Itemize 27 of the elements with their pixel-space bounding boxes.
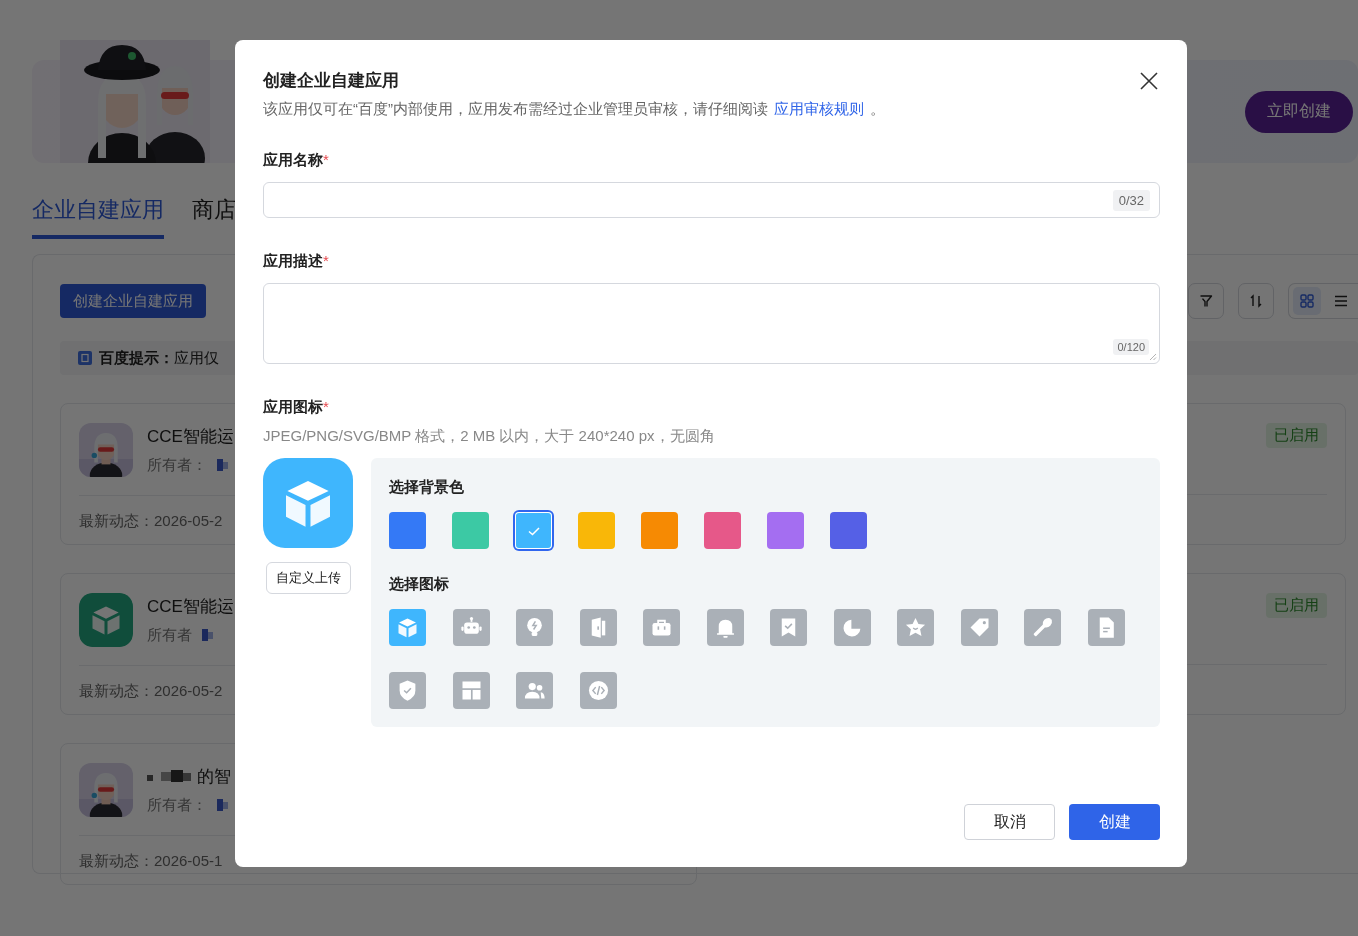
app-name: CCE智能运 [147, 425, 234, 448]
section-title: 选择背景色 [389, 478, 465, 497]
tip-text: 应用仅 [174, 348, 219, 368]
character-counter: 0/120 [1113, 339, 1149, 355]
notice-text: 。 [870, 100, 885, 119]
hint-text: JPEG/PNG/SVG/BMP 格式，2 MB 以内，大于 240*240 px，无圆角 [263, 427, 716, 446]
owner-label: 所有者： [147, 455, 207, 475]
app-name: 的智 [197, 765, 231, 788]
required-mark: * [323, 398, 329, 417]
section-title: 选择图标 [389, 575, 450, 594]
required-mark: * [323, 151, 329, 170]
character-counter: 0/32 [1112, 189, 1150, 211]
status-badge: 已启用 [1266, 593, 1327, 618]
notice-text: 该应用仅可在“百度”内部使用，应用发布需经过企业管理员审核，请仔细阅读 [263, 100, 768, 119]
dialog-title: 创建企业自建应用 [263, 70, 399, 92]
field-label: 应用描述 [263, 252, 323, 271]
required-mark: * [323, 252, 329, 271]
app-name: CCE智能运 [147, 595, 234, 618]
field-label: 应用名称 [263, 151, 323, 170]
activity-text: 最新动态：2026-05-2 [79, 682, 223, 701]
owner-label: 所有者： [147, 795, 207, 815]
activity-text: 最新动态：2026-05-2 [79, 512, 223, 531]
owner-label: 所有者 [147, 625, 192, 645]
field-label: 应用图标 [263, 398, 323, 417]
activity-text: 最新动态：2026-05-1 [79, 852, 223, 871]
tip-label: 百度提示： [99, 348, 174, 368]
status-badge: 已启用 [1266, 423, 1327, 448]
